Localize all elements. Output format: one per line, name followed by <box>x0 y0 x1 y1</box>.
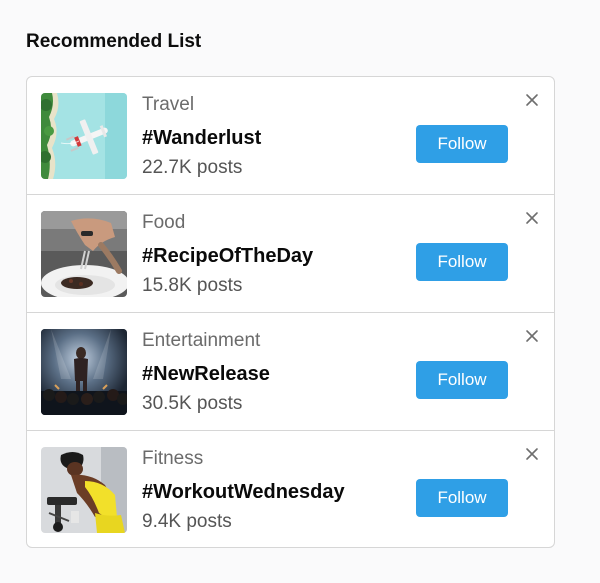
category-label: Entertainment <box>142 330 261 351</box>
hashtag-link[interactable]: #Wanderlust <box>142 126 261 150</box>
close-icon <box>526 448 538 460</box>
category-label: Fitness <box>142 448 204 469</box>
dismiss-button[interactable] <box>523 209 541 227</box>
close-icon <box>526 212 538 224</box>
close-icon <box>526 94 538 106</box>
list-item: Travel #Wanderlust 22.7K posts Follow <box>27 77 554 195</box>
hashtag-link[interactable]: #NewRelease <box>142 362 270 386</box>
seaplane-image <box>41 93 127 179</box>
recommended-list-page: Recommended List Travel #Wanderlust 22.7… <box>0 0 600 583</box>
thumbnail-image[interactable] <box>41 93 127 179</box>
post-count: 22.7K posts <box>142 157 243 178</box>
thumbnail-image[interactable] <box>41 329 127 415</box>
follow-button[interactable]: Follow <box>416 243 508 281</box>
list-title: Recommended List <box>26 31 202 52</box>
concert-image <box>41 329 127 415</box>
category-label: Travel <box>142 94 195 115</box>
list-item: Entertainment #NewRelease 30.5K posts Fo… <box>27 313 554 431</box>
dismiss-button[interactable] <box>523 445 541 463</box>
list-item: Fitness #WorkoutWednesday 9.4K posts Fol… <box>27 431 554 547</box>
thumbnail-image[interactable] <box>41 211 127 297</box>
follow-button[interactable]: Follow <box>416 361 508 399</box>
chef-plating-image <box>41 211 127 297</box>
dismiss-button[interactable] <box>523 91 541 109</box>
recommended-list: Travel #Wanderlust 22.7K posts Follow Fo… <box>26 76 555 548</box>
category-label: Food <box>142 212 186 233</box>
post-count: 30.5K posts <box>142 393 243 414</box>
post-count: 15.8K posts <box>142 275 243 296</box>
dismiss-button[interactable] <box>523 327 541 345</box>
follow-button[interactable]: Follow <box>416 479 508 517</box>
hashtag-link[interactable]: #WorkoutWednesday <box>142 480 345 504</box>
fitness-image <box>41 447 127 533</box>
post-count: 9.4K posts <box>142 511 232 532</box>
list-item: Food #RecipeOfTheDay 15.8K posts Follow <box>27 195 554 313</box>
thumbnail-image[interactable] <box>41 447 127 533</box>
hashtag-link[interactable]: #RecipeOfTheDay <box>142 244 313 268</box>
follow-button[interactable]: Follow <box>416 125 508 163</box>
close-icon <box>526 330 538 342</box>
